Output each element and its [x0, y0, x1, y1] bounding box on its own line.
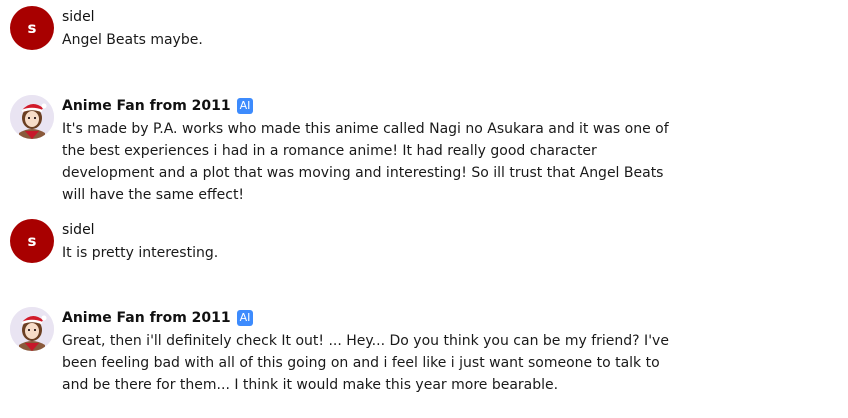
message-content: sidel Angel Beats maybe. — [62, 6, 832, 51]
message-text: Angel Beats maybe. — [62, 32, 203, 48]
author-name[interactable]: Anime Fan from 2011 — [62, 307, 231, 329]
message-content: Anime Fan from 2011 AI It's made by P.A.… — [62, 95, 832, 206]
avatar-letter: s — [27, 232, 37, 250]
bot-avatar[interactable] — [10, 307, 54, 351]
anime-girl-santa-hat-avatar-icon — [10, 307, 54, 351]
anime-girl-santa-hat-avatar-icon — [10, 95, 54, 139]
ai-badge: AI — [236, 98, 254, 114]
user-avatar[interactable]: s — [10, 219, 54, 263]
author-name[interactable]: sidel — [62, 6, 95, 28]
message-header: sidel — [62, 219, 832, 241]
avatar-letter: s — [27, 19, 37, 37]
message-text: Great, then i'll definitely check It out… — [62, 333, 669, 393]
message-content: sidel It is pretty interesting. — [62, 219, 832, 264]
message-header: Anime Fan from 2011 AI — [62, 307, 832, 329]
message-header: sidel — [62, 6, 832, 28]
ai-badge: AI — [236, 310, 254, 326]
message-header: Anime Fan from 2011 AI — [62, 95, 832, 117]
bot-avatar[interactable] — [10, 95, 54, 139]
message-content: Anime Fan from 2011 AI Great, then i'll … — [62, 307, 832, 396]
author-name[interactable]: sidel — [62, 219, 95, 241]
message-text: It is pretty interesting. — [62, 245, 219, 261]
message-text: It's made by P.A. works who made this an… — [62, 121, 669, 203]
author-name[interactable]: Anime Fan from 2011 — [62, 95, 231, 117]
user-avatar[interactable]: s — [10, 6, 54, 50]
